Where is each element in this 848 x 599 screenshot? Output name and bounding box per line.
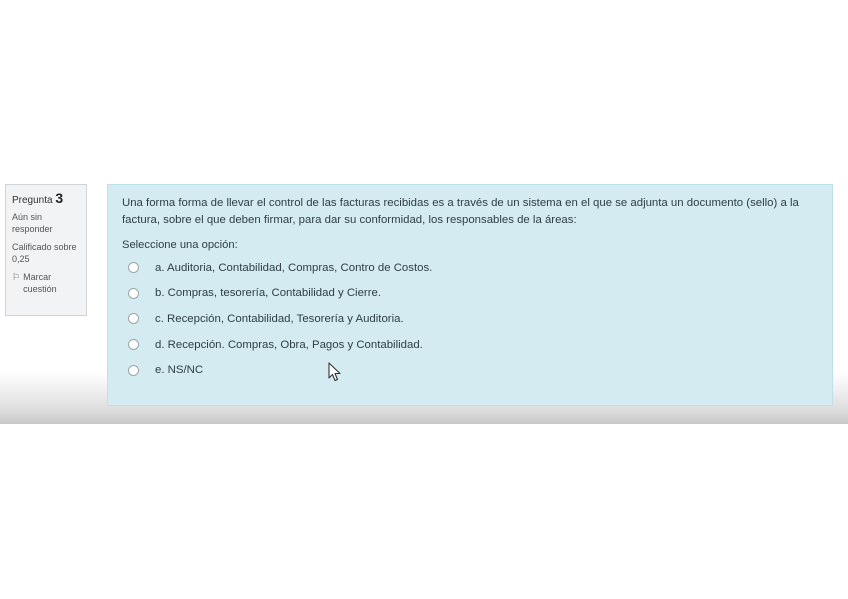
answer-option-d[interactable]: d. Recepción. Compras, Obra, Pagos y Con… bbox=[122, 332, 818, 358]
mouse-cursor-icon bbox=[328, 362, 341, 382]
question-number: Pregunta 3 bbox=[12, 190, 80, 207]
answer-prompt: Seleccione una opción: bbox=[122, 239, 238, 251]
flag-question-link[interactable]: ⚐ Marcar cuestión bbox=[12, 271, 80, 295]
question-grade: Calificado sobre 0,25 bbox=[12, 241, 80, 265]
answer-option-c[interactable]: c. Recepción, Contabilidad, Tesorería y … bbox=[122, 306, 818, 332]
question-text: Una forma forma de llevar el control de … bbox=[122, 197, 799, 226]
answer-option-b[interactable]: b. Compras, tesorería, Contabilidad y Ci… bbox=[122, 281, 818, 307]
question-number-value: 3 bbox=[55, 190, 64, 206]
question-content: Una forma forma de llevar el control de … bbox=[107, 184, 833, 406]
answer-option-a[interactable]: a. Auditoria, Contabilidad, Compras, Con… bbox=[122, 255, 818, 281]
question-number-label: Pregunta bbox=[12, 195, 53, 206]
radio-button[interactable] bbox=[128, 339, 139, 351]
answer-option-label[interactable]: c. Recepción, Contabilidad, Tesorería y … bbox=[155, 313, 404, 325]
grade-value: 0,25 bbox=[12, 254, 30, 264]
answer-option-label[interactable]: e. NS/NC bbox=[155, 364, 203, 376]
flag-icon: ⚐ bbox=[12, 272, 21, 282]
answer-option-label[interactable]: b. Compras, tesorería, Contabilidad y Ci… bbox=[155, 287, 381, 299]
radio-button[interactable] bbox=[128, 287, 139, 299]
question-info-panel: Pregunta 3 Aún sin responder Calificado … bbox=[5, 184, 87, 316]
answer-option-label[interactable]: d. Recepción. Compras, Obra, Pagos y Con… bbox=[155, 339, 423, 351]
radio-button[interactable] bbox=[128, 364, 139, 376]
grade-label: Calificado sobre bbox=[12, 242, 77, 252]
answer-option-label[interactable]: a. Auditoria, Contabilidad, Compras, Con… bbox=[155, 262, 432, 274]
answer-options: a. Auditoria, Contabilidad, Compras, Con… bbox=[122, 255, 818, 383]
radio-button[interactable] bbox=[128, 313, 139, 325]
question-state: Aún sin responder bbox=[12, 212, 53, 234]
flag-question-label: Marcar cuestión bbox=[23, 272, 57, 294]
answer-option-e[interactable]: e. NS/NC bbox=[122, 357, 818, 383]
radio-button[interactable] bbox=[128, 262, 139, 274]
